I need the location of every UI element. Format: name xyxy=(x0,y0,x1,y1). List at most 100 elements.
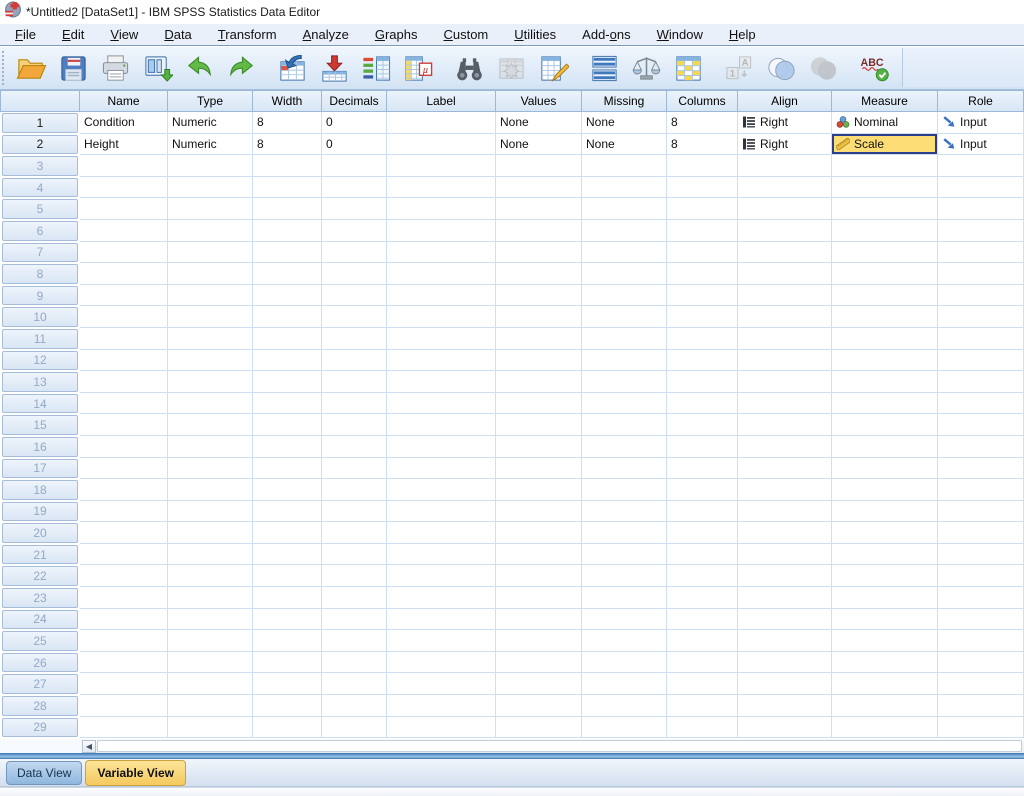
cell-empty[interactable] xyxy=(387,155,496,177)
cell-empty[interactable] xyxy=(832,328,938,350)
cell-align-row2[interactable]: Right xyxy=(738,134,832,156)
cell-empty[interactable] xyxy=(738,306,832,328)
split-file-icon[interactable] xyxy=(586,50,623,87)
cell-empty[interactable] xyxy=(387,220,496,242)
cell-empty[interactable] xyxy=(322,393,387,415)
toolbar-grip-handle[interactable] xyxy=(2,51,7,85)
column-header-name[interactable]: Name xyxy=(80,90,168,112)
cell-empty[interactable] xyxy=(168,220,253,242)
cell-empty[interactable] xyxy=(582,501,667,523)
row-header-10[interactable]: 10 xyxy=(0,306,80,328)
cell-empty[interactable] xyxy=(80,587,168,609)
cell-decimals-row1[interactable]: 0 xyxy=(322,112,387,134)
cell-empty[interactable] xyxy=(667,155,738,177)
cell-empty[interactable] xyxy=(322,501,387,523)
cell-empty[interactable] xyxy=(938,717,1024,739)
cell-empty[interactable] xyxy=(582,285,667,307)
cell-empty[interactable] xyxy=(496,587,582,609)
cell-empty[interactable] xyxy=(938,220,1024,242)
menu-custom[interactable]: Custom xyxy=(430,24,501,45)
cell-empty[interactable] xyxy=(938,565,1024,587)
cell-empty[interactable] xyxy=(496,285,582,307)
row-header-12[interactable]: 12 xyxy=(0,350,80,372)
cell-empty[interactable] xyxy=(253,717,322,739)
cell-empty[interactable] xyxy=(738,673,832,695)
row-header-21[interactable]: 21 xyxy=(0,544,80,566)
row-header-29[interactable]: 29 xyxy=(0,717,80,739)
cell-empty[interactable] xyxy=(387,652,496,674)
column-header-decimals[interactable]: Decimals xyxy=(322,90,387,112)
cell-empty[interactable] xyxy=(322,673,387,695)
cell-empty[interactable] xyxy=(387,695,496,717)
row-header-25[interactable]: 25 xyxy=(0,630,80,652)
cell-empty[interactable] xyxy=(938,544,1024,566)
cell-empty[interactable] xyxy=(496,306,582,328)
cell-empty[interactable] xyxy=(938,263,1024,285)
cell-label-row2[interactable] xyxy=(387,134,496,156)
goto-case-icon[interactable] xyxy=(274,50,311,87)
cell-empty[interactable] xyxy=(832,414,938,436)
cell-empty[interactable] xyxy=(832,177,938,199)
menu-view[interactable]: View xyxy=(97,24,151,45)
cell-empty[interactable] xyxy=(832,522,938,544)
row-header-17[interactable]: 17 xyxy=(0,458,80,480)
cell-empty[interactable] xyxy=(667,717,738,739)
cell-empty[interactable] xyxy=(832,630,938,652)
cell-empty[interactable] xyxy=(168,242,253,264)
cell-empty[interactable] xyxy=(667,177,738,199)
cell-name-row1[interactable]: Condition xyxy=(80,112,168,134)
cell-empty[interactable] xyxy=(168,414,253,436)
cell-empty[interactable] xyxy=(738,155,832,177)
cell-empty[interactable] xyxy=(80,695,168,717)
cell-empty[interactable] xyxy=(667,565,738,587)
cell-empty[interactable] xyxy=(322,458,387,480)
cell-empty[interactable] xyxy=(582,673,667,695)
cell-empty[interactable] xyxy=(322,436,387,458)
cell-empty[interactable] xyxy=(832,565,938,587)
row-header-27[interactable]: 27 xyxy=(0,673,80,695)
cell-empty[interactable] xyxy=(387,565,496,587)
cell-empty[interactable] xyxy=(938,673,1024,695)
cell-empty[interactable] xyxy=(168,306,253,328)
cell-empty[interactable] xyxy=(667,371,738,393)
cell-empty[interactable] xyxy=(80,652,168,674)
cell-empty[interactable] xyxy=(738,177,832,199)
row-header-5[interactable]: 5 xyxy=(0,198,80,220)
cell-empty[interactable] xyxy=(387,673,496,695)
cell-empty[interactable] xyxy=(496,414,582,436)
cell-empty[interactable] xyxy=(80,630,168,652)
cell-empty[interactable] xyxy=(496,652,582,674)
cell-empty[interactable] xyxy=(322,371,387,393)
cell-empty[interactable] xyxy=(496,522,582,544)
menu-data[interactable]: Data xyxy=(151,24,204,45)
cell-empty[interactable] xyxy=(582,479,667,501)
cell-empty[interactable] xyxy=(168,285,253,307)
cell-empty[interactable] xyxy=(168,652,253,674)
goto-variable-icon[interactable] xyxy=(316,50,353,87)
cell-empty[interactable] xyxy=(253,587,322,609)
cell-empty[interactable] xyxy=(582,306,667,328)
row-header-19[interactable]: 19 xyxy=(0,501,80,523)
save-icon[interactable] xyxy=(55,50,92,87)
cell-empty[interactable] xyxy=(80,242,168,264)
cell-empty[interactable] xyxy=(667,285,738,307)
column-header-measure[interactable]: Measure xyxy=(832,90,938,112)
cell-empty[interactable] xyxy=(938,695,1024,717)
cell-empty[interactable] xyxy=(322,544,387,566)
cell-empty[interactable] xyxy=(667,501,738,523)
cell-empty[interactable] xyxy=(80,501,168,523)
cell-empty[interactable] xyxy=(80,328,168,350)
cell-empty[interactable] xyxy=(938,458,1024,480)
cell-empty[interactable] xyxy=(80,673,168,695)
cell-empty[interactable] xyxy=(496,609,582,631)
menu-edit[interactable]: Edit xyxy=(49,24,97,45)
cell-empty[interactable] xyxy=(832,479,938,501)
cell-empty[interactable] xyxy=(322,220,387,242)
cell-empty[interactable] xyxy=(168,565,253,587)
cell-empty[interactable] xyxy=(496,350,582,372)
cell-missing-row1[interactable]: None xyxy=(582,112,667,134)
row-header-18[interactable]: 18 xyxy=(0,479,80,501)
cell-empty[interactable] xyxy=(582,242,667,264)
cell-empty[interactable] xyxy=(582,198,667,220)
cell-empty[interactable] xyxy=(80,263,168,285)
